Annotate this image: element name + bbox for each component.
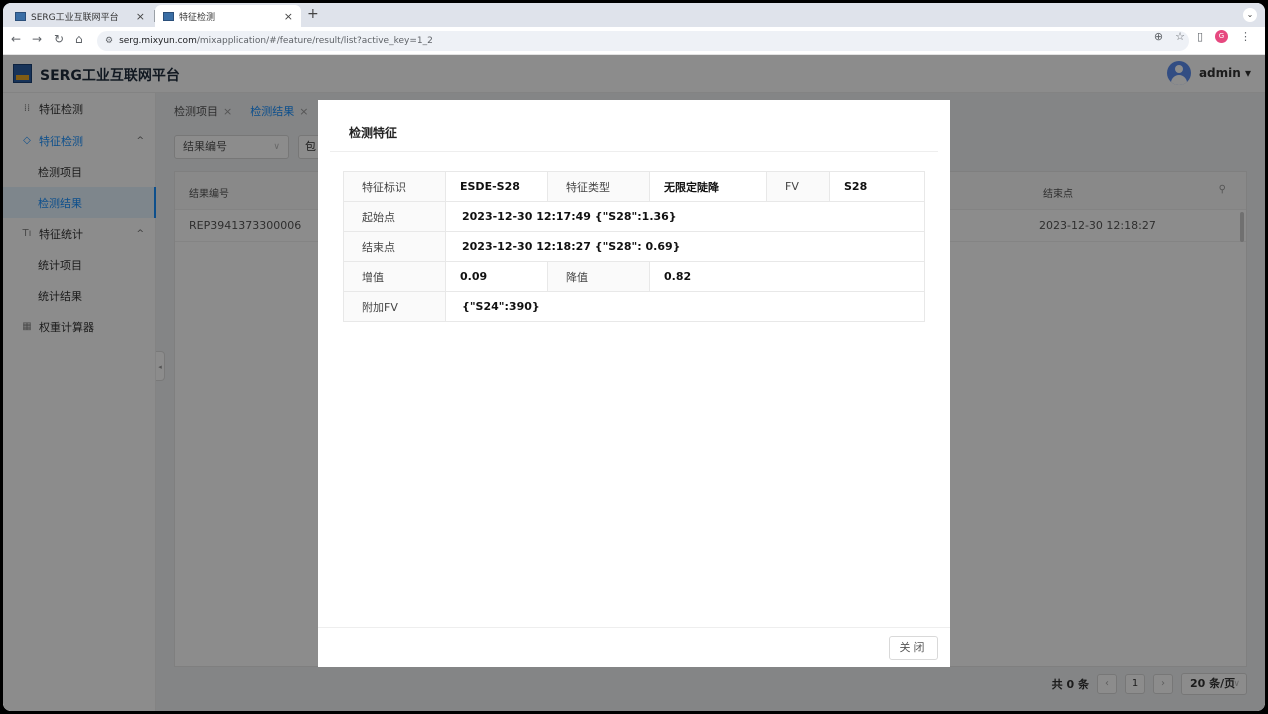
side-panel-icon[interactable]: ▯ [1197, 30, 1203, 43]
detail-row: 增值 0.09 降值 0.82 [343, 261, 925, 292]
new-tab-button[interactable]: + [307, 6, 319, 22]
label-decrease: 降值 [547, 261, 650, 292]
tab-title: SERG工业互联网平台 [31, 12, 119, 23]
more-menu-icon[interactable]: ⋮ [1240, 30, 1251, 43]
value-feature-type: 无限定陡降 [649, 171, 767, 202]
browser-tab-serg[interactable]: SERG工业互联网平台 × [7, 5, 153, 27]
profile-avatar[interactable]: G [1215, 30, 1228, 43]
detail-row: 起始点 2023-12-30 12:17:49 {"S28":1.36} [343, 201, 925, 232]
address-bar[interactable]: ⚙ serg.mixyun.com/mixapplication/#/featu… [97, 31, 1189, 51]
favicon-icon [163, 11, 174, 21]
modal-footer: 关闭 [318, 627, 950, 667]
tab-search-icon[interactable]: ⌄ [1243, 8, 1257, 22]
home-icon[interactable]: ⌂ [75, 32, 83, 46]
browser-tab-feature[interactable]: 特征检测 × [155, 5, 301, 27]
detail-row: 附加FV {"S24":390} [343, 291, 925, 322]
value-increase: 0.09 [445, 261, 548, 292]
value-end-point: 2023-12-30 12:18:27 {"S28": 0.69} [445, 231, 925, 262]
site-info-icon[interactable]: ⚙ [105, 36, 113, 46]
back-icon[interactable]: ← [11, 32, 21, 46]
label-fv: FV [766, 171, 830, 202]
url-path: /mixapplication/#/feature/result/list?ac… [196, 36, 433, 46]
label-feature-id: 特征标识 [343, 171, 446, 202]
feature-detail-table: 特征标识 ESDE-S28 特征类型 无限定陡降 FV S28 起始点 2023… [343, 171, 925, 322]
close-tab-icon[interactable]: × [136, 10, 145, 23]
close-button[interactable]: 关闭 [889, 636, 938, 660]
reload-icon[interactable]: ↻ [54, 32, 64, 46]
value-extra-fv: {"S24":390} [445, 291, 925, 322]
detail-row: 结束点 2023-12-30 12:18:27 {"S28": 0.69} [343, 231, 925, 262]
bookmark-star-icon[interactable]: ☆ [1175, 30, 1185, 43]
value-start-point: 2023-12-30 12:17:49 {"S28":1.36} [445, 201, 925, 232]
modal-title: 检测特征 [330, 114, 938, 152]
feature-detail-modal: 检测特征 特征标识 ESDE-S28 特征类型 无限定陡降 FV S28 起始点… [318, 100, 950, 667]
favicon-icon [15, 11, 26, 21]
tab-title: 特征检测 [179, 12, 216, 23]
value-fv: S28 [829, 171, 925, 202]
label-end-point: 结束点 [343, 231, 446, 262]
url-host: serg.mixyun.com [119, 36, 197, 46]
label-start-point: 起始点 [343, 201, 446, 232]
label-increase: 增值 [343, 261, 446, 292]
label-extra-fv: 附加FV [343, 291, 446, 322]
close-tab-icon[interactable]: × [284, 10, 293, 23]
forward-icon[interactable]: → [32, 32, 42, 46]
browser-toolbar: ← → ↻ ⌂ ⚙ serg.mixyun.com/mixapplication… [3, 27, 1265, 55]
value-feature-id: ESDE-S28 [445, 171, 548, 202]
zoom-icon[interactable]: ⊕ [1154, 30, 1163, 43]
browser-tabbar: SERG工业互联网平台 × 特征检测 × + ⌄ [3, 3, 1265, 27]
detail-row: 特征标识 ESDE-S28 特征类型 无限定陡降 FV S28 [343, 171, 925, 202]
browser-window: SERG工业互联网平台 × 特征检测 × + ⌄ ← → ↻ ⌂ ⚙ serg.… [3, 3, 1265, 711]
toolbar-icons: ⊕ ☆ ▯ G ⋮ [1154, 30, 1251, 43]
value-decrease: 0.82 [649, 261, 925, 292]
label-feature-type: 特征类型 [547, 171, 650, 202]
